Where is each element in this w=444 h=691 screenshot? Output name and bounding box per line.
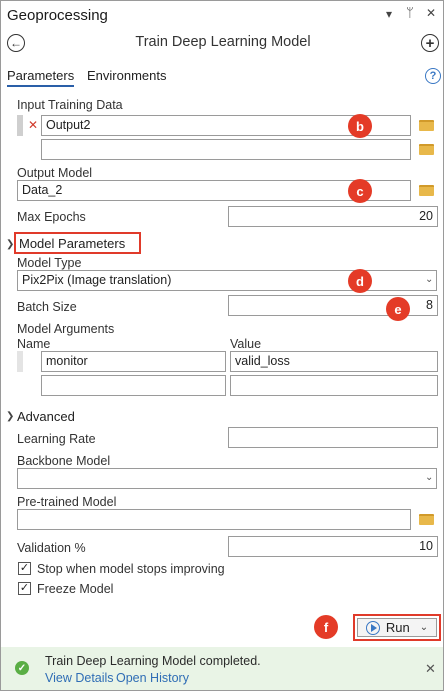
batch-size-label: Batch Size [17, 300, 77, 314]
stop-improving-label: Stop when model stops improving [37, 562, 225, 576]
tab-parameters[interactable]: Parameters [7, 68, 75, 87]
column-header-value: Value [230, 337, 262, 351]
geoprocessing-pane: Geoprocessing ▾ ᛘ ✕ ← Train Deep Learnin… [0, 0, 444, 691]
status-message: Train Deep Learning Model completed. [45, 654, 261, 668]
browse-folder-icon[interactable] [419, 120, 434, 131]
view-details-link[interactable]: View Details [45, 671, 114, 685]
stop-improving-checkbox[interactable]: ✓ [18, 562, 31, 575]
model-type-select[interactable]: Pix2Pix (Image translation) [17, 270, 437, 291]
play-icon [365, 620, 380, 635]
success-check-icon: ✓ [15, 661, 29, 675]
argument-value-field[interactable] [230, 375, 438, 396]
browse-folder-icon[interactable] [419, 185, 434, 196]
close-icon[interactable]: ✕ [426, 6, 436, 20]
remove-row-icon[interactable]: ✕ [28, 118, 38, 132]
freeze-model-label: Freeze Model [37, 582, 114, 596]
add-button[interactable]: + [421, 34, 439, 52]
run-button[interactable]: Run ⌄ [357, 618, 437, 637]
learning-rate-field[interactable] [228, 427, 438, 448]
pretrained-model-label: Pre-trained Model [17, 495, 117, 509]
argument-name-field[interactable] [41, 375, 226, 396]
run-dropdown-icon[interactable]: ⌄ [420, 622, 428, 633]
tool-title: Train Deep Learning Model [135, 34, 311, 50]
chevron-down-icon: ⌄ [425, 274, 434, 285]
model-arguments-label: Model Arguments [17, 322, 115, 336]
help-icon[interactable]: ? [425, 68, 441, 84]
collapse-chevron-icon[interactable]: ❯ [6, 411, 14, 422]
chevron-down-icon: ⌄ [425, 472, 434, 483]
run-button-highlight: Run ⌄ [353, 614, 441, 641]
validation-label: Validation % [17, 541, 86, 555]
annotation-marker-e: e [386, 297, 410, 321]
tab-environments[interactable]: Environments [87, 68, 166, 83]
max-epochs-field[interactable]: 20 [228, 206, 438, 227]
max-epochs-label: Max Epochs [17, 210, 86, 224]
backbone-model-select[interactable] [17, 468, 437, 489]
input-training-data-field-2[interactable] [41, 139, 411, 160]
input-training-data-label: Input Training Data [17, 98, 123, 112]
browse-folder-icon[interactable] [419, 514, 434, 525]
run-label: Run [385, 620, 410, 635]
model-type-label: Model Type [17, 256, 82, 270]
row-drag-handle[interactable] [17, 115, 23, 136]
pane-options-icon[interactable]: ▾ [386, 7, 392, 21]
backbone-model-label: Backbone Model [17, 454, 111, 468]
pane-titlebar: Geoprocessing [7, 7, 108, 24]
pane-title: Geoprocessing [7, 7, 108, 24]
annotation-marker-b: b [348, 114, 372, 138]
row-drag-handle[interactable] [17, 351, 23, 372]
annotation-marker-f: f [314, 615, 338, 639]
pin-icon[interactable]: ᛘ [406, 5, 414, 20]
freeze-model-checkbox[interactable]: ✓ [18, 582, 31, 595]
model-parameters-heading[interactable]: Model Parameters [19, 236, 125, 251]
column-header-name: Name [17, 337, 51, 351]
pretrained-model-field[interactable] [17, 509, 411, 530]
validation-field[interactable]: 10 [228, 536, 438, 557]
annotation-marker-c: c [348, 179, 372, 203]
open-history-link[interactable]: Open History [116, 671, 189, 685]
browse-folder-icon[interactable] [419, 144, 434, 155]
argument-value-field[interactable]: valid_loss [230, 351, 438, 372]
output-model-label: Output Model [17, 166, 93, 180]
learning-rate-label: Learning Rate [17, 432, 96, 446]
argument-name-field[interactable]: monitor [41, 351, 226, 372]
plus-icon: + [425, 34, 435, 52]
dismiss-close-icon[interactable]: ✕ [425, 661, 436, 677]
annotation-marker-d: d [348, 269, 372, 293]
advanced-heading[interactable]: Advanced [17, 409, 75, 424]
